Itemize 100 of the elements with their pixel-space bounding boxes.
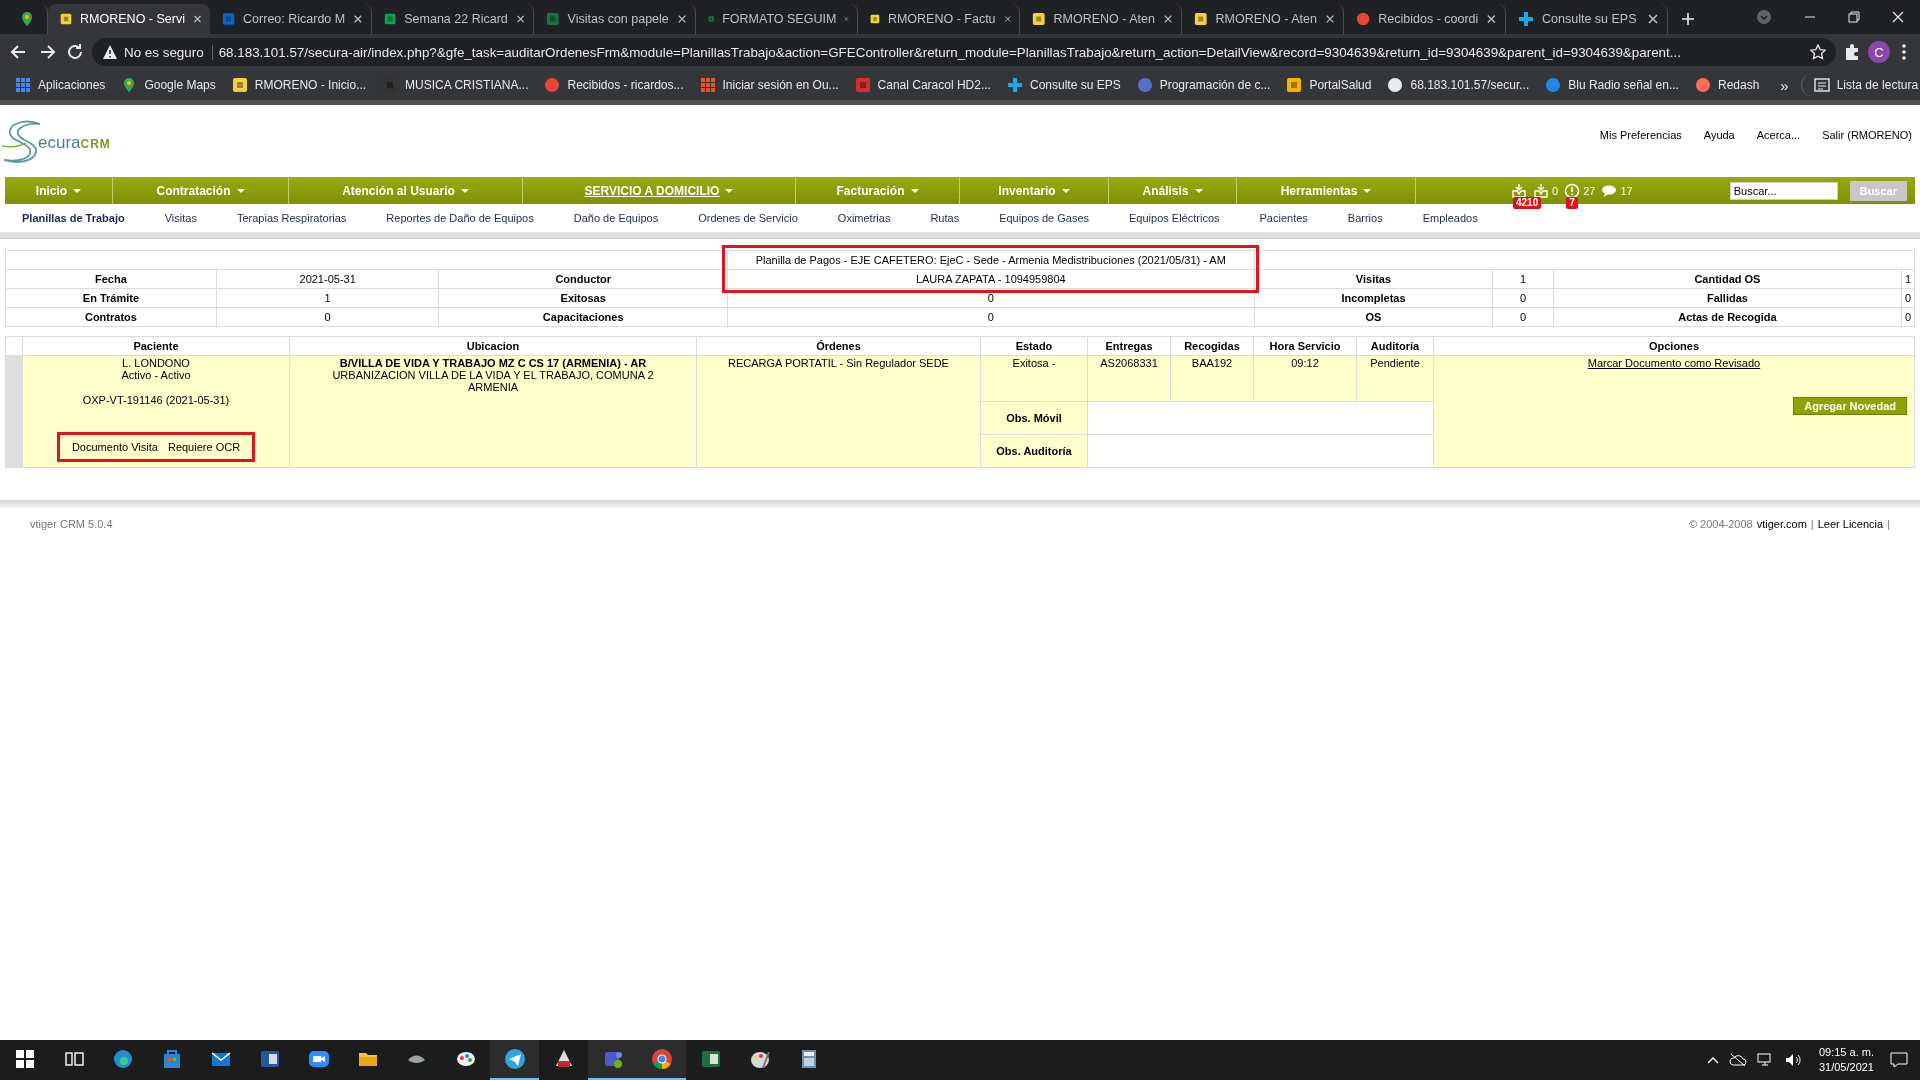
table-cell-text: B/VILLA DE VIDA Y TRABAJO MZ C CS 17 (ARMENIA) - AR <box>338 357 648 369</box>
table-cell: 0 <box>1901 288 1915 308</box>
close-icon[interactable] <box>515 13 525 25</box>
review-link[interactable]: Marcar Documento como Revisado <box>1587 357 1761 369</box>
browser-icon[interactable] <box>650 1048 673 1070</box>
close-icon[interactable] <box>676 13 687 25</box>
bookmark[interactable]: 68.183.101.57/secur... <box>1380 74 1537 96</box>
site-icon <box>1545 77 1562 93</box>
bookmark[interactable]: Aplicaciones <box>8 74 113 96</box>
site-icon <box>854 77 871 93</box>
site-icon <box>1286 77 1303 93</box>
table-cell: 0 <box>1492 288 1554 308</box>
bookmark[interactable]: PortalSalud <box>1279 74 1379 96</box>
inbox-icon[interactable] <box>1533 182 1549 199</box>
bookmark[interactable]: Recibidos - ricardos... <box>537 74 691 96</box>
submenu-link[interactable]: Planillas de Trabajo <box>22 212 125 224</box>
more-bookmarks-button[interactable]: » <box>1770 76 1799 94</box>
submenu-link[interactable]: Visitas <box>164 212 197 224</box>
close-icon[interactable] <box>1486 13 1497 25</box>
bookmark[interactable]: Consulte su EPS <box>999 74 1128 96</box>
bookmark[interactable]: Programación de c... <box>1129 74 1278 96</box>
submenu-link[interactable]: Equipos Eléctricos <box>1129 212 1220 224</box>
column-header: Opciones <box>1433 336 1915 356</box>
bookmark[interactable]: Redash <box>1687 74 1767 96</box>
bookmark[interactable]: Canal Caracol HD2... <box>847 74 998 96</box>
caret-icon <box>236 187 245 194</box>
spreadsheet-app-icon[interactable] <box>699 1048 722 1070</box>
close-icon[interactable] <box>1162 13 1173 25</box>
bookmark[interactable]: Google Maps <box>114 74 223 96</box>
document-link[interactable]: Requiere OCR <box>167 441 241 453</box>
submenu-link[interactable]: Rutas <box>930 212 960 224</box>
security-label: No es seguro <box>124 44 213 60</box>
submenu-link[interactable]: Oximetrias <box>837 212 891 224</box>
profile-avatar[interactable]: C <box>1868 41 1890 63</box>
field-label: Visitas <box>1254 269 1493 289</box>
url-text: 68.183.101.57/secura-air/index.php?&gfe_task=auditarOrdenesFrm&module=PlanillasTrabajo&action=GFEController&return_module=PlanillasTrabajo&return_action=DetailView&record=9304639&return_id=9304639&parent_id=9304639&parent... <box>218 44 1682 60</box>
field-label: Actas de Recogida <box>1553 307 1902 327</box>
reading-list-button[interactable]: Lista de lectura <box>1800 74 1920 96</box>
caret-icon <box>1194 187 1203 194</box>
site-icon <box>1006 77 1023 93</box>
app-logo[interactable]: ecuraCRM <box>0 118 111 164</box>
bookmark[interactable]: MUSICA CRISTIANA... <box>375 74 536 96</box>
submenu-link[interactable]: Ordenes de Servicio <box>698 212 798 224</box>
column-header: Órdenes <box>696 336 981 356</box>
header-link[interactable]: Ayuda <box>1703 129 1735 141</box>
site-link[interactable]: vtiger.com <box>1756 518 1807 530</box>
speaker-icon[interactable] <box>1784 1053 1803 1067</box>
submenu-link[interactable]: Terapias Respiratorias <box>236 212 347 224</box>
search-field[interactable]: Buscar... <box>1729 181 1838 200</box>
browser-icon[interactable] <box>111 1048 134 1070</box>
header-link[interactable]: Mis Preferencias <box>1599 129 1682 141</box>
table-cell: Exitosa - <box>980 355 1088 402</box>
document-app-icon[interactable] <box>258 1048 281 1070</box>
submenu-link[interactable]: Pacientes <box>1259 212 1308 224</box>
license-link[interactable]: Leer Licencia <box>1817 518 1884 530</box>
submenu-link[interactable]: Empleados <box>1422 212 1478 224</box>
favicon-icon <box>1356 11 1371 27</box>
table-cell: RECARGA PORTATIL - Sin Regulador SEDE <box>696 355 981 468</box>
address-bar[interactable] <box>92 38 1836 66</box>
alert-icon[interactable] <box>1564 182 1581 199</box>
header-link[interactable]: Salir (RMORENO) <box>1822 129 1912 141</box>
close-icon[interactable] <box>1647 13 1659 25</box>
favicon-icon <box>222 11 236 27</box>
submenu-link[interactable]: Reportes de Daño de Equipos <box>386 212 534 224</box>
bookmark[interactable]: Blu Radio señal en... <box>1538 74 1686 96</box>
column-header: Entregas <box>1087 336 1171 356</box>
restore-icon[interactable] <box>1848 11 1860 23</box>
browser-tab[interactable]: RMORENO - Servi <box>48 4 210 34</box>
clock-date[interactable]: 31/05/2021 <box>1818 1060 1874 1075</box>
site-icon <box>1136 77 1153 93</box>
document-link[interactable]: Documento Visita <box>71 441 158 453</box>
field-label: Capacitaciones <box>438 307 728 327</box>
plus-icon[interactable] <box>1681 12 1695 26</box>
star-icon[interactable] <box>1810 44 1826 60</box>
caret-icon <box>460 187 469 194</box>
header-link[interactable]: Acerca... <box>1756 129 1801 141</box>
close-icon[interactable] <box>353 13 363 25</box>
bookmark[interactable]: Iniciar sesión en Ou... <box>692 74 846 96</box>
cloud-off-icon[interactable] <box>1728 1053 1747 1067</box>
column-header: Auditoría <box>1356 336 1434 356</box>
submenu-link[interactable]: Equipos de Gases <box>999 212 1090 224</box>
close-icon[interactable] <box>1324 13 1335 25</box>
paper-plane-icon[interactable] <box>503 1048 526 1070</box>
windows-icon[interactable] <box>15 1050 34 1068</box>
video-camera-icon[interactable] <box>307 1048 330 1070</box>
inbox-icon[interactable] <box>1511 182 1527 199</box>
notification-icon[interactable] <box>1890 1052 1908 1068</box>
submenu-link[interactable]: Daño de Equipos <box>573 212 659 224</box>
table-cell: 0 <box>216 307 439 327</box>
favicon-icon <box>384 11 397 27</box>
notification-count: 0 <box>1552 184 1559 197</box>
tab-search-icon[interactable] <box>1756 9 1772 25</box>
bookmark[interactable]: RMORENO - Inicio... <box>224 74 374 96</box>
site-icon <box>231 77 248 93</box>
site-icon <box>382 77 399 93</box>
site-icon <box>699 77 716 93</box>
table-cell: 0 <box>727 307 1255 327</box>
submenu-link[interactable]: Barrios <box>1347 212 1383 224</box>
caret-up-icon[interactable] <box>1706 1056 1719 1064</box>
clock-time[interactable]: 09:15 a. m. <box>1818 1045 1874 1060</box>
